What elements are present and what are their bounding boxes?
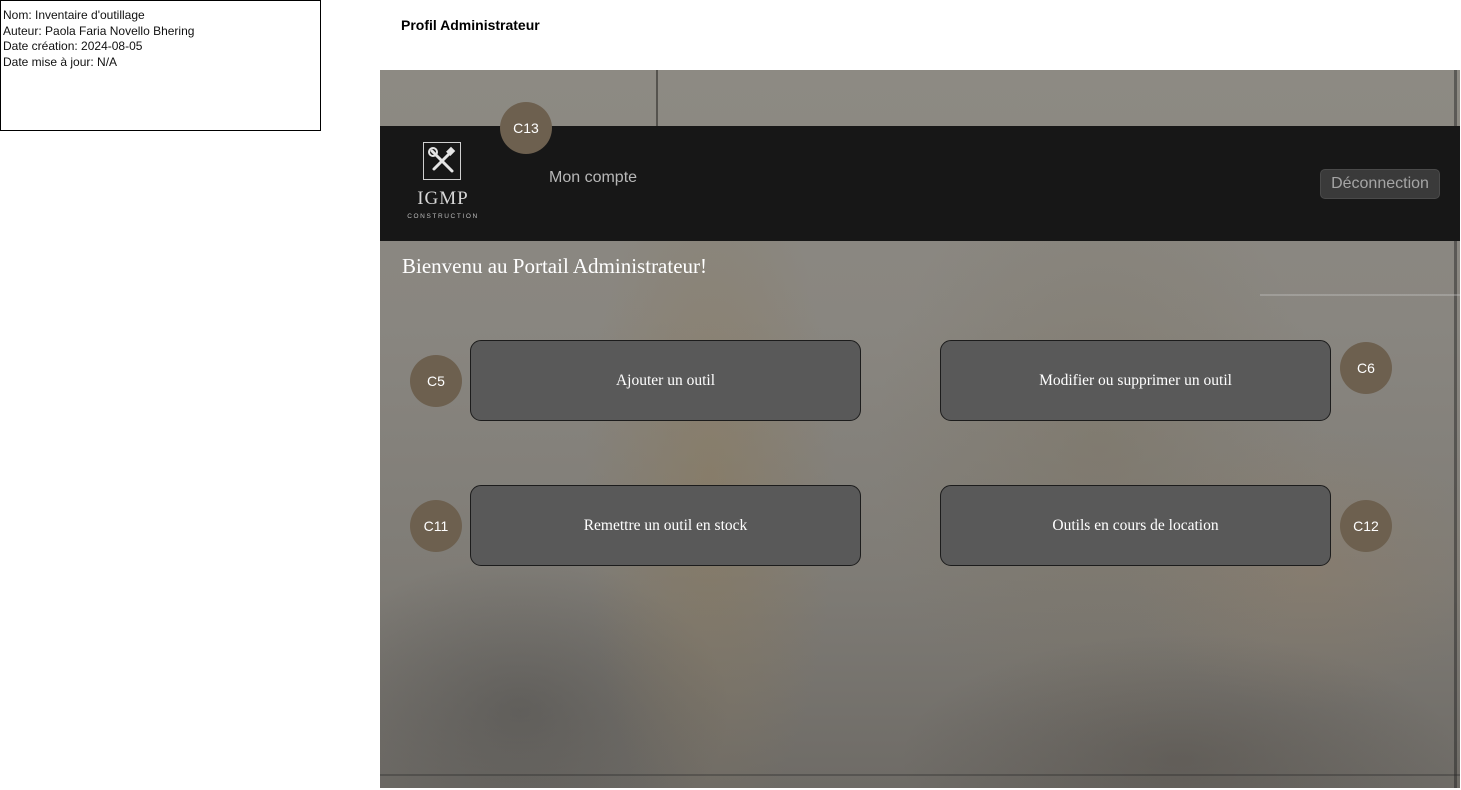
meta-updated: Date mise à jour: N/A	[3, 54, 118, 69]
rented-tools-button[interactable]: Outils en cours de location	[940, 485, 1331, 566]
admin-portal-screen: IGMP CONSTRUCTION Mon compte Déconnectio…	[380, 70, 1460, 788]
restock-tool-button[interactable]: Remettre un outil en stock	[470, 485, 861, 566]
meta-created: Date création: 2024-08-05	[3, 39, 143, 53]
annotation-badge-c6: C6	[1340, 342, 1392, 394]
meta-author: Auteur: Paola Faria Novello Bhering	[3, 23, 195, 38]
add-tool-button[interactable]: Ajouter un outil	[470, 340, 861, 421]
company-logo[interactable]: IGMP CONSTRUCTION	[402, 142, 484, 224]
wall-crack	[656, 70, 658, 130]
welcome-heading: Bienvenu au Portail Administrateur!	[402, 254, 708, 278]
document-info-box: Nom: Inventaire d'outillage Auteur: Paol…	[0, 0, 321, 131]
logo-subtitle: CONSTRUCTION	[407, 213, 479, 220]
wall-crack	[1260, 294, 1460, 296]
edit-delete-tool-button[interactable]: Modifier ou supprimer un outil	[940, 340, 1331, 421]
page-title: Profil Administrateur	[401, 17, 540, 33]
wall-crack	[380, 774, 1460, 776]
tools-icon	[423, 142, 461, 180]
annotation-badge-c11: C11	[410, 500, 462, 552]
logout-button[interactable]: Déconnection	[1320, 169, 1440, 199]
annotation-badge-c13: C13	[500, 102, 552, 154]
meta-name: Nom: Inventaire d'outillage	[3, 8, 145, 22]
annotation-badge-c12: C12	[1340, 500, 1392, 552]
logo-text: IGMP	[417, 188, 469, 209]
annotation-badge-c5: C5	[410, 355, 462, 407]
my-account-link[interactable]: Mon compte	[549, 169, 637, 187]
